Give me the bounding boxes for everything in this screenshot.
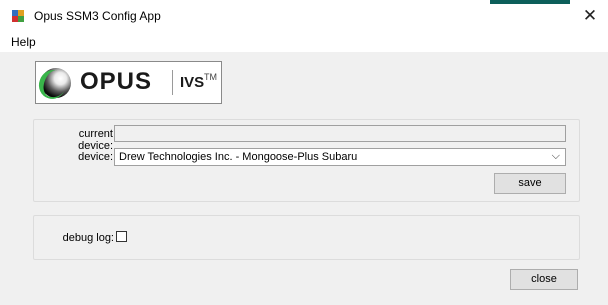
title-bar: Opus SSM3 Config App ✕ <box>0 0 608 32</box>
debug-log-label: debug log: <box>62 232 114 244</box>
app-window-icon <box>12 10 24 22</box>
window-title: Opus SSM3 Config App <box>34 9 161 23</box>
close-button[interactable]: close <box>510 269 578 290</box>
logo-sub-text: IVS <box>180 74 205 91</box>
save-button[interactable]: save <box>494 173 566 194</box>
opus-logo: OPUS IVS TM <box>35 61 222 104</box>
menu-item-help[interactable]: Help <box>10 35 37 49</box>
logo-divider <box>172 70 173 95</box>
current-device-label: current device: <box>78 128 113 152</box>
logo-trademark: TM <box>204 72 217 82</box>
device-group: current device: device: Drew Technologie… <box>33 119 580 202</box>
device-select-value: Drew Technologies Inc. - Mongoose-Plus S… <box>119 151 358 163</box>
main-panel: OPUS IVS TM current device: device: Drew… <box>0 52 608 305</box>
debug-group: debug log: <box>33 215 580 260</box>
device-label: device: <box>78 151 113 163</box>
current-device-field[interactable] <box>114 125 566 142</box>
debug-log-checkbox[interactable] <box>116 231 127 242</box>
window-close-icon[interactable]: ✕ <box>576 4 604 28</box>
chevron-down-icon[interactable]: ⌵ <box>552 149 560 163</box>
device-select[interactable]: Drew Technologies Inc. - Mongoose-Plus S… <box>114 148 566 166</box>
logo-brand-text: OPUS <box>80 68 153 95</box>
menu-bar: Help <box>0 32 608 52</box>
background-window-edge <box>490 0 570 4</box>
